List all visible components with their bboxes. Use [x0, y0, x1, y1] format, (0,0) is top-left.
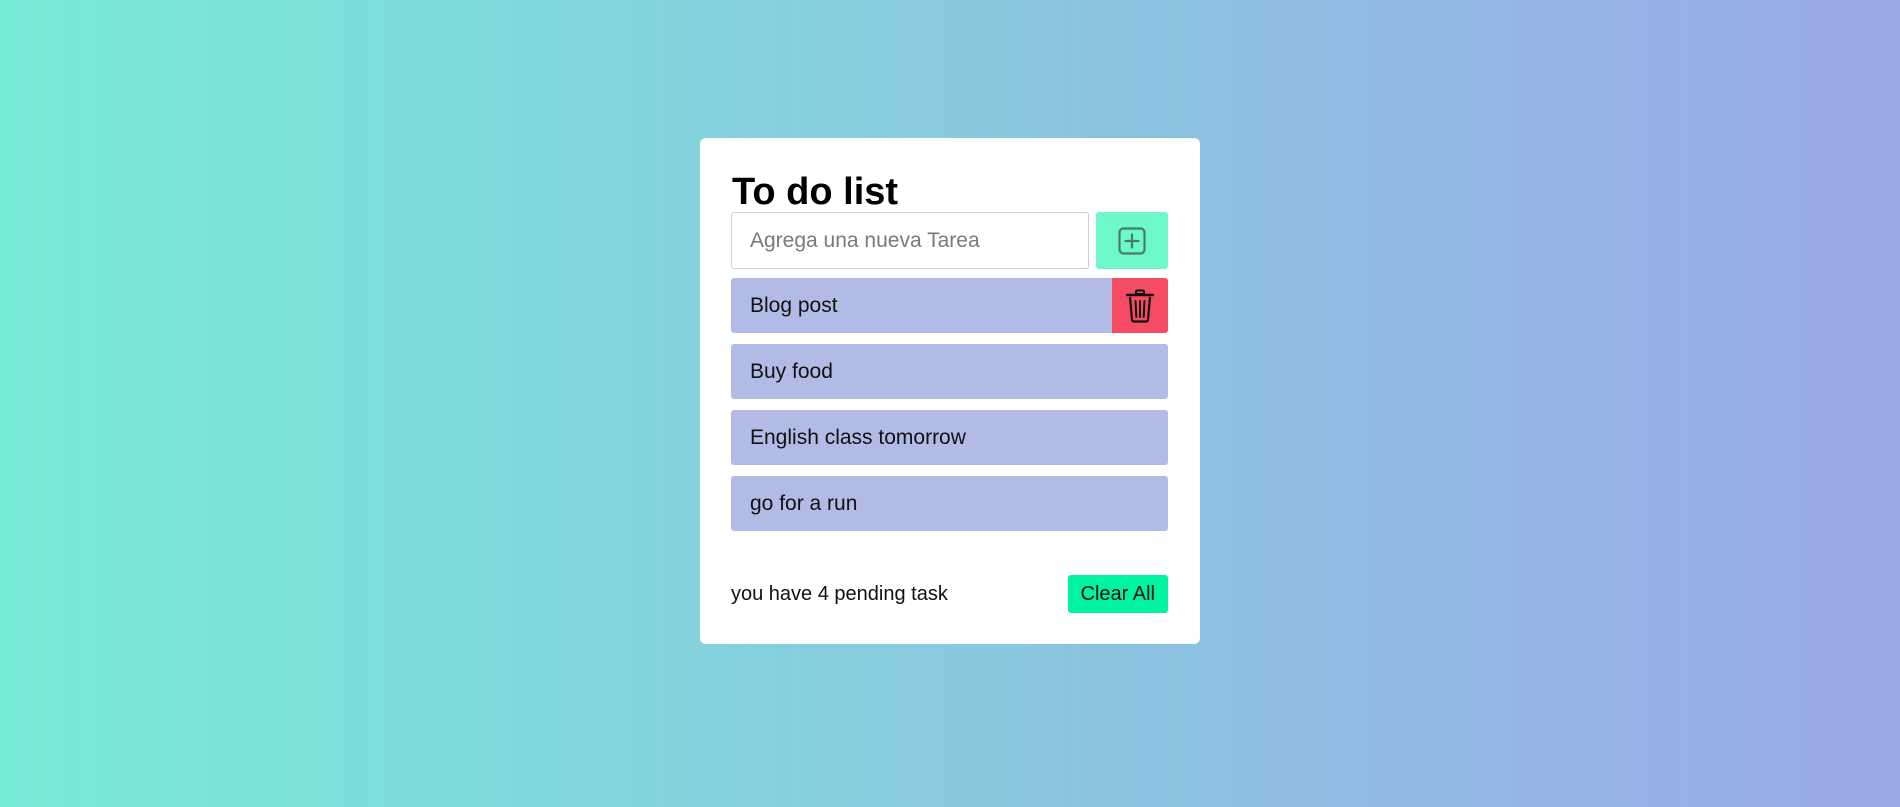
new-task-input[interactable]: [731, 212, 1090, 269]
task-item[interactable]: Blog post: [731, 278, 1168, 333]
todo-card: To do list Blog post: [700, 138, 1200, 644]
task-item[interactable]: Buy food: [731, 344, 1168, 399]
task-item[interactable]: English class tomorrow: [731, 410, 1168, 465]
plus-square-icon: [1117, 226, 1147, 256]
add-task-button[interactable]: [1096, 212, 1168, 269]
new-task-row: [731, 212, 1168, 269]
trash-icon: [1125, 289, 1155, 323]
task-label: go for a run: [750, 491, 858, 515]
clear-all-button[interactable]: Clear All: [1067, 575, 1168, 613]
task-label: English class tomorrow: [750, 425, 966, 449]
task-item[interactable]: go for a run: [731, 476, 1168, 531]
task-label: Blog post: [750, 293, 838, 317]
task-footer: you have 4 pending task Clear All: [731, 575, 1168, 613]
task-list: Blog post Buy food English class tomorro…: [731, 278, 1168, 542]
delete-task-button[interactable]: [1112, 278, 1168, 333]
task-label: Buy food: [750, 359, 833, 383]
pending-count-text: you have 4 pending task: [731, 582, 948, 605]
page-title: To do list: [732, 171, 899, 213]
